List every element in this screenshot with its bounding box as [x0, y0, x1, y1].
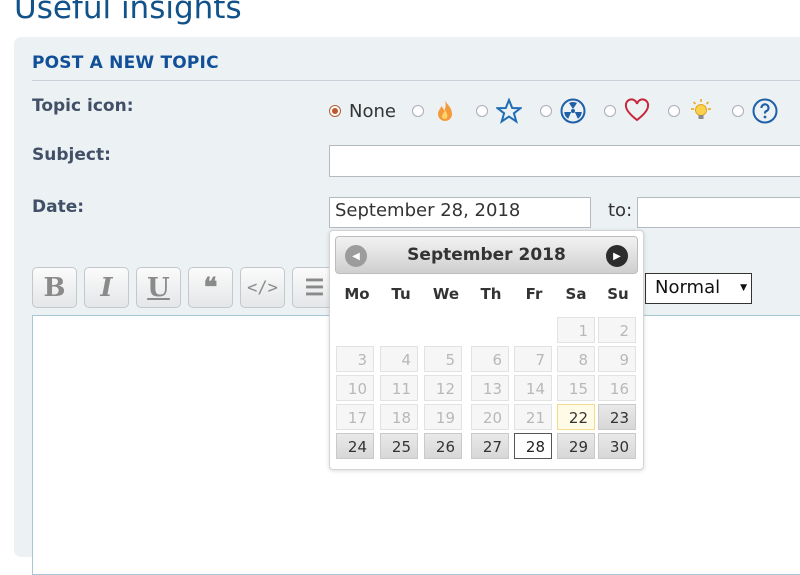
- calendar-day: 13: [471, 375, 509, 401]
- weekday-header: Th: [480, 285, 502, 303]
- calendar-day[interactable]: 23: [598, 404, 636, 430]
- next-month-button[interactable]: ▶: [606, 245, 628, 267]
- none-option-label: None: [349, 100, 396, 122]
- radio-radiation[interactable]: [539, 105, 552, 117]
- weekday-header: Fr: [525, 285, 543, 303]
- date-to-input[interactable]: [637, 197, 800, 228]
- datepicker-popup: ◀ September 2018 ▶ Mo Tu We Th Fr Sa Su 1 2 3 4 5 6 7…: [329, 230, 644, 470]
- calendar-day: 5: [424, 346, 462, 372]
- quote-button[interactable]: ❝: [188, 267, 233, 308]
- datepicker-header: ◀ September 2018 ▶: [335, 236, 638, 274]
- bold-button[interactable]: B: [32, 267, 77, 308]
- calendar-day: 11: [380, 375, 418, 401]
- flame-icon[interactable]: [432, 98, 458, 124]
- italic-button[interactable]: I: [84, 267, 129, 308]
- calendar-day[interactable]: 28: [514, 433, 552, 459]
- calendar-day: 12: [424, 375, 462, 401]
- weekday-header: Su: [607, 285, 629, 303]
- code-button[interactable]: </>: [240, 267, 285, 308]
- radio-flame[interactable]: [411, 105, 424, 117]
- calendar-day: 17: [336, 404, 374, 430]
- calendar-day: 14: [514, 375, 552, 401]
- date-from-input[interactable]: September 28, 2018: [329, 197, 591, 228]
- lightbulb-icon[interactable]: [688, 98, 714, 124]
- radiation-icon[interactable]: [560, 98, 586, 124]
- calendar-day: 16: [598, 375, 636, 401]
- calendar-day[interactable]: 26: [424, 433, 462, 459]
- font-size-value: Normal: [655, 277, 721, 298]
- calendar-day: 15: [557, 375, 595, 401]
- date-to-label: to:: [608, 200, 633, 221]
- weekday-header: Tu: [391, 285, 411, 303]
- date-label: Date:: [32, 197, 85, 217]
- radio-heart[interactable]: [603, 105, 616, 117]
- panel-heading: POST A NEW TOPIC: [32, 53, 219, 73]
- calendar-day[interactable]: 24: [336, 433, 374, 459]
- calendar-day[interactable]: 30: [598, 433, 636, 459]
- calendar-day: 10: [336, 375, 374, 401]
- calendar-day[interactable]: 25: [380, 433, 418, 459]
- underline-button[interactable]: U: [136, 267, 181, 308]
- topic-icon-label: Topic icon:: [32, 96, 134, 116]
- datepicker-title: September 2018: [407, 245, 566, 265]
- calendar-day[interactable]: 27: [471, 433, 509, 459]
- calendar-day: 20: [471, 404, 509, 430]
- page-title: Useful insights: [14, 0, 242, 26]
- calendar-day: 6: [471, 346, 509, 372]
- calendar-day: 8: [557, 346, 595, 372]
- calendar-day: 2: [598, 317, 636, 343]
- calendar-day: 7: [514, 346, 552, 372]
- calendar-day: 1: [557, 317, 595, 343]
- calendar-day: 21: [514, 404, 552, 430]
- calendar-day: 4: [380, 346, 418, 372]
- calendar-day: 3: [336, 346, 374, 372]
- radio-question[interactable]: [731, 105, 744, 117]
- topic-icon-options: None: [329, 96, 796, 126]
- editor-toolbar: B I U ❝ </> ☰: [32, 267, 344, 308]
- calendar-day[interactable]: 22: [557, 404, 595, 430]
- chevron-down-icon: ▼: [740, 283, 747, 293]
- calendar-day: 9: [598, 346, 636, 372]
- weekday-header: We: [432, 285, 460, 303]
- heart-icon[interactable]: [624, 98, 650, 124]
- subject-label: Subject:: [32, 145, 111, 165]
- calendar-day: 18: [380, 404, 418, 430]
- star-icon[interactable]: [495, 98, 522, 124]
- radio-star[interactable]: [475, 105, 488, 117]
- radio-none[interactable]: [329, 105, 341, 117]
- calendar-day: 19: [424, 404, 462, 430]
- weekday-header: Mo: [344, 285, 370, 303]
- radio-lightbulb[interactable]: [667, 105, 680, 117]
- font-size-select[interactable]: Normal ▼: [645, 273, 752, 304]
- weekday-header: Sa: [565, 285, 587, 303]
- question-icon[interactable]: [752, 98, 778, 124]
- divider: [32, 80, 800, 81]
- subject-input[interactable]: [329, 145, 800, 177]
- calendar-day[interactable]: 29: [557, 433, 595, 459]
